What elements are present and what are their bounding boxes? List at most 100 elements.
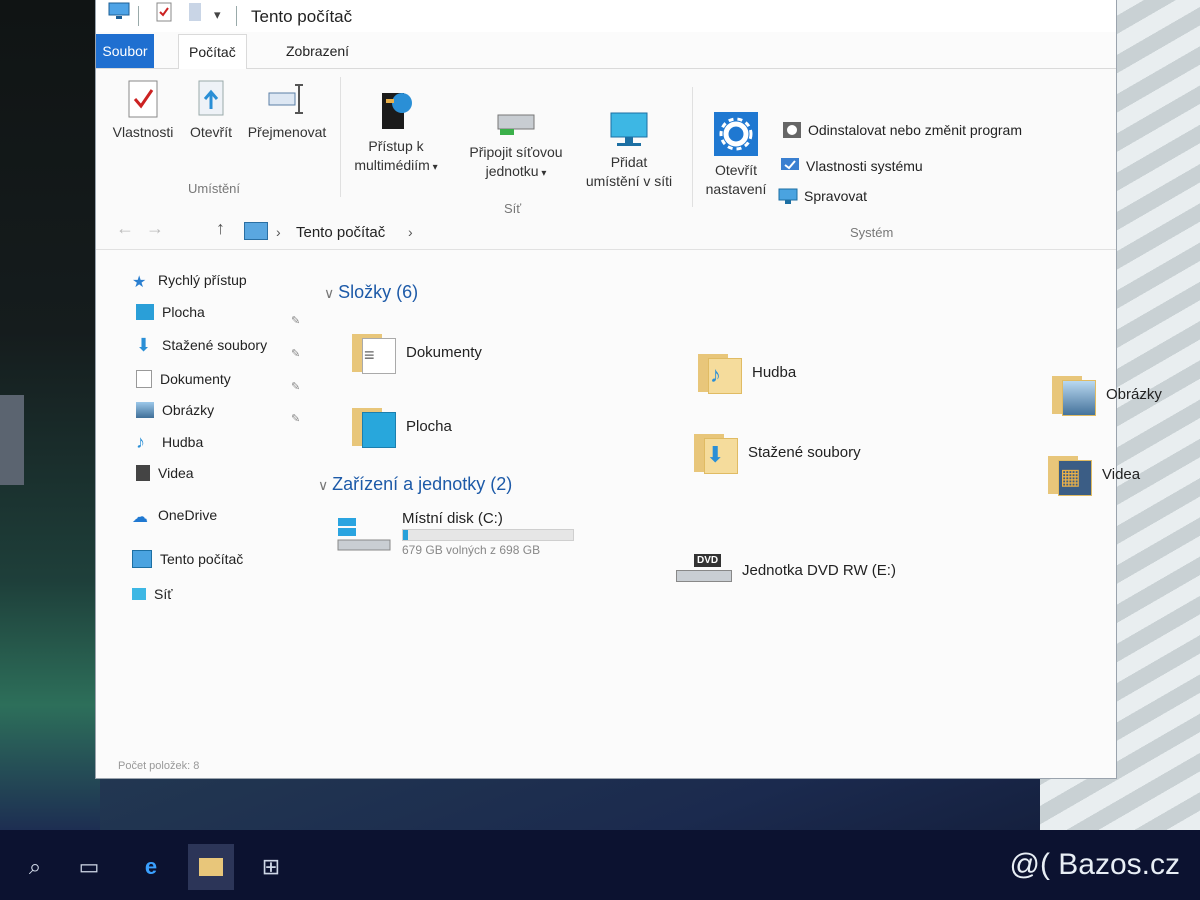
pin-icon[interactable]: ✎ — [291, 347, 300, 360]
nav-quick-access[interactable]: ★ Rychlý přístup — [132, 272, 247, 291]
videos-folder-icon: ▦ — [1048, 452, 1092, 496]
computer-icon — [244, 222, 268, 240]
nav-item-documents[interactable]: Dokumenty — [136, 370, 231, 388]
folders-section-header[interactable]: ∨ Složky (6) — [324, 282, 418, 303]
title-bar: ▾ Tento počítač — [96, 0, 1116, 32]
file-explorer-icon[interactable] — [188, 844, 234, 890]
pictures-icon — [136, 402, 154, 418]
computer-icon[interactable] — [108, 2, 130, 25]
manage-link[interactable]: Spravovat — [778, 187, 867, 205]
uninstall-label: Odinstalovat nebo změnit program — [808, 122, 1022, 138]
store-icon[interactable]: ⊞ — [248, 844, 294, 890]
nav-network-label: Síť — [154, 586, 173, 602]
open-button[interactable]: Otevřít — [186, 79, 236, 142]
rename-icon — [268, 84, 303, 114]
manage-icon — [778, 187, 798, 205]
folder-pictures[interactable]: Obrázky — [1052, 372, 1162, 416]
drive-name: Jednotka DVD RW (E:) — [742, 561, 896, 579]
drive-dvd-e[interactable]: DVD Jednotka DVD RW (E:) — [674, 550, 896, 590]
settings-gear-icon — [714, 112, 758, 156]
desktop-icon — [136, 304, 154, 320]
forward-arrow-icon[interactable]: → — [146, 218, 164, 239]
task-view-icon[interactable]: ▭ — [66, 844, 112, 890]
drive-usage-fill — [403, 530, 408, 540]
folder-videos[interactable]: ▦ Videa — [1048, 452, 1140, 496]
devices-section-header[interactable]: ∨ Zařízení a jednotky (2) — [318, 474, 512, 495]
video-film-icon — [136, 465, 150, 481]
qat-separator — [138, 6, 139, 26]
nav-item-videos[interactable]: Videa — [136, 465, 194, 481]
folder-desktop[interactable]: Plocha — [352, 404, 452, 448]
edge-browser-icon[interactable]: e — [128, 844, 174, 890]
tab-computer[interactable]: Počítač — [178, 34, 247, 70]
devices-header-label: Zařízení a jednotky (2) — [332, 474, 513, 494]
open-settings-button[interactable]: Otevřít nastavení — [694, 111, 778, 199]
folder-documents[interactable]: ≡ Dokumenty — [352, 330, 482, 374]
nav-item-desktop[interactable]: Plocha — [136, 304, 205, 320]
system-properties-link[interactable]: Vlastnosti systému — [780, 157, 923, 175]
search-icon[interactable]: ⌕ — [12, 844, 58, 890]
properties-icon[interactable] — [156, 2, 172, 27]
breadcrumb[interactable]: Tento počítač — [296, 224, 385, 241]
properties-button[interactable]: Vlastnosti — [108, 79, 178, 142]
new-folder-icon[interactable] — [188, 2, 202, 27]
folder-music[interactable]: ♪ Hudba — [698, 350, 796, 394]
network-icon — [132, 588, 146, 600]
qat-separator — [236, 6, 237, 26]
drive-usage-bar — [402, 529, 574, 541]
nav-item-label: Dokumenty — [160, 371, 231, 387]
nav-item-label: Obrázky — [162, 402, 215, 418]
folders-header-label: Složky (6) — [338, 282, 419, 302]
pin-icon[interactable]: ✎ — [291, 412, 300, 425]
file-explorer-window: ▾ Tento počítač Soubor Počítač Zobrazení… — [96, 0, 1162, 778]
computer-icon — [132, 550, 152, 568]
back-arrow-icon[interactable]: ← — [116, 218, 134, 239]
nav-quick-access-label: Rychlý přístup — [158, 272, 247, 288]
network-location-icon — [610, 112, 648, 146]
nav-item-pictures[interactable]: Obrázky — [136, 402, 214, 418]
media-server-icon — [382, 93, 412, 129]
map-network-drive-button[interactable]: Připojit síťovou jednotku ▾ — [456, 109, 576, 183]
nav-item-label: Hudba — [162, 434, 204, 450]
nav-onedrive-label: OneDrive — [158, 507, 218, 523]
dropdown-arrow-icon: ▾ — [538, 168, 547, 179]
pin-icon[interactable]: ✎ — [291, 380, 300, 393]
nav-onedrive[interactable]: ☁ OneDrive — [132, 507, 218, 526]
nav-this-pc-label: Tento počítač — [160, 551, 244, 567]
folder-downloads[interactable]: ⬇ Stažené soubory — [694, 430, 861, 474]
nav-item-label: Stažené soubory — [162, 337, 268, 353]
watermark-logo: @( Bazos.cz — [1009, 848, 1181, 881]
open-settings-label-2: nastavení — [705, 181, 767, 197]
tab-file[interactable]: Soubor — [96, 34, 154, 68]
media-access-button[interactable]: Přístup k multimédiím ▾ — [346, 89, 446, 177]
rename-button[interactable]: Přejmenovat — [242, 79, 332, 142]
nav-item-music[interactable]: ♪ Hudba — [136, 433, 204, 451]
documents-folder-icon: ≡ — [352, 330, 396, 374]
download-arrow-icon: ⬇ — [136, 335, 152, 355]
breadcrumb-chevron-icon[interactable]: › — [276, 224, 281, 240]
customize-qat-icon[interactable]: ▾ — [214, 7, 221, 23]
nav-item-label: Plocha — [162, 304, 205, 320]
drive-local-c[interactable]: Místní disk (C:) 679 GB volných z 698 GB — [336, 510, 574, 557]
chevron-down-icon: ∨ — [318, 477, 333, 493]
system-properties-label: Vlastnosti systému — [806, 158, 923, 174]
status-bar-count: Počet položek: 8 — [118, 760, 200, 772]
music-folder-icon: ♪ — [698, 350, 742, 394]
drive-name: Místní disk (C:) — [402, 510, 503, 527]
add-network-location-button[interactable]: Přidat umístění v síti — [574, 109, 684, 191]
breadcrumb-chevron-icon[interactable]: › — [408, 224, 413, 240]
pictures-folder-icon — [1052, 372, 1096, 416]
nav-network[interactable]: Síť — [132, 586, 172, 602]
tab-view[interactable]: Zobrazení — [276, 34, 359, 68]
dropdown-arrow-icon: ▾ — [429, 162, 438, 173]
location-group-label: Umístění — [188, 181, 241, 196]
uninstall-icon — [782, 121, 802, 139]
rename-label: Přejmenovat — [247, 124, 327, 140]
up-arrow-icon[interactable]: ↑ — [216, 218, 225, 239]
nav-this-pc[interactable]: Tento počítač — [132, 550, 243, 568]
network-drive-icon — [497, 114, 535, 135]
pin-icon[interactable]: ✎ — [291, 314, 300, 327]
folder-label: Plocha — [406, 417, 452, 435]
uninstall-program-link[interactable]: Odinstalovat nebo změnit program — [782, 121, 1022, 139]
nav-item-downloads[interactable]: ⬇ Stažené soubory — [136, 335, 268, 355]
